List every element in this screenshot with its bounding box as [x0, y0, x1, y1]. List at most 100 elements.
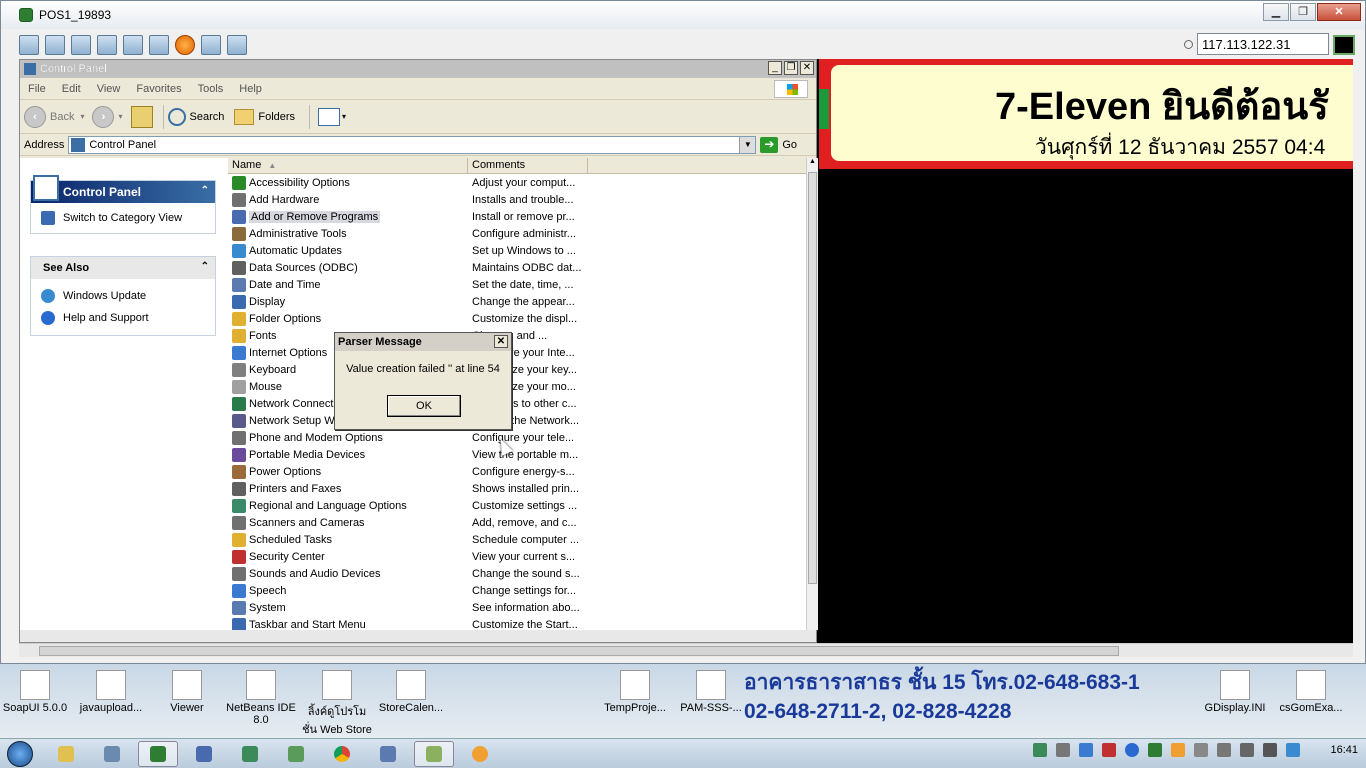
cut-icon[interactable] [71, 35, 91, 55]
connection-info-icon[interactable] [19, 35, 39, 55]
desktop-icon-gdisplay[interactable]: GDisplay.INI [1200, 670, 1270, 714]
up-folder-icon[interactable] [130, 105, 153, 128]
tray-icon[interactable] [1125, 743, 1140, 757]
list-item[interactable]: Printers and Faxes Shows installed prin..… [228, 480, 806, 497]
taskbar-chrome[interactable] [322, 741, 362, 767]
taskbar-vnc-viewer[interactable] [138, 740, 178, 767]
list-item[interactable]: Internet Options Configure your Inte... [228, 344, 806, 361]
remote-desktop[interactable]: Control Panel _ ❐ ✕ File Edit View Favor… [19, 59, 1353, 643]
list-item[interactable]: Phone and Modem Options Configure your te… [228, 429, 806, 446]
list-item[interactable]: Add or Remove Programs Install or remove … [228, 208, 806, 225]
desktop-icon-tempproject[interactable]: TempProje... [600, 670, 670, 714]
see-also-header[interactable]: See Also ⌃ [31, 257, 215, 279]
tray-icon[interactable] [1286, 743, 1301, 757]
menu-favorites[interactable]: Favorites [136, 83, 181, 95]
flag-icon[interactable] [1194, 743, 1209, 757]
list-item[interactable]: System See information abo... [228, 599, 806, 616]
list-item[interactable]: Keyboard Customize your key... [228, 361, 806, 378]
list-item[interactable]: Mouse Customize your mo... [228, 378, 806, 395]
list-item[interactable]: Add Hardware Installs and trouble... [228, 191, 806, 208]
taskbar-app-2[interactable] [92, 741, 132, 767]
desktop-icon-webstore[interactable]: ลิ้งค์ดูโปรโมชั่น Web Store ... [302, 670, 372, 738]
search-button[interactable]: Search [167, 107, 224, 126]
desktop-icon-javaupload[interactable]: javaupload... [76, 670, 146, 714]
address-field[interactable]: Control Panel ▼ [68, 135, 757, 154]
tray-icon[interactable] [1171, 743, 1186, 757]
collapse-icon[interactable]: ⌃ [201, 185, 209, 196]
list-item[interactable]: Network Connections Connects to other c..… [228, 395, 806, 412]
list-item[interactable]: Speech Change settings for... [228, 582, 806, 599]
views-icon[interactable] [318, 107, 341, 126]
menu-file[interactable]: File [28, 83, 46, 95]
dialog-ok-button[interactable]: OK [387, 395, 461, 417]
scroll-thumb[interactable] [808, 172, 817, 584]
ctrl-alt-del-icon[interactable] [149, 35, 169, 55]
menu-edit[interactable]: Edit [62, 83, 81, 95]
list-item[interactable]: Automatic Updates Set up Windows to ... [228, 242, 806, 259]
list-horizontal-scrollbar[interactable] [20, 630, 816, 642]
address-dropdown-icon[interactable]: ▼ [739, 136, 756, 153]
ip-address-field[interactable]: 117.113.122.31 [1197, 33, 1329, 55]
list-item[interactable]: Administrative Tools Configure administr.… [228, 225, 806, 242]
disconnect-icon[interactable] [201, 35, 221, 55]
desktop-icon-csgom[interactable]: csGomExa... [1276, 670, 1346, 714]
clock[interactable]: 16:41 [1330, 744, 1358, 756]
list-item[interactable]: Taskbar and Start Menu Customize the Star… [228, 616, 806, 630]
tray-icon[interactable] [1056, 743, 1071, 757]
taskbar-app-10[interactable] [460, 741, 500, 767]
desktop-icon-pam[interactable]: PAM-SSS-... [676, 670, 746, 714]
list-item[interactable]: FontsChange, and ... [228, 327, 806, 344]
tray-icon[interactable] [1148, 743, 1163, 757]
desktop-icon-viewer[interactable]: Viewer [152, 670, 222, 714]
go-button[interactable]: ➔ Go [760, 136, 797, 153]
list-item[interactable]: Accessibility Options Adjust your comput.… [228, 174, 806, 191]
windows-key-icon[interactable] [123, 35, 143, 55]
dialog-close-button[interactable]: ✕ [494, 335, 508, 348]
column-comments[interactable]: Comments [468, 158, 588, 173]
folders-button[interactable]: Folders [234, 108, 295, 125]
viewer-scroll-thumb[interactable] [39, 646, 1119, 656]
minimize-button[interactable]: ▁ [1263, 3, 1289, 21]
cp-minimize-button[interactable]: _ [768, 61, 782, 75]
switch-category-link[interactable]: Switch to Category View [31, 203, 215, 233]
menu-view[interactable]: View [97, 83, 121, 95]
close-button[interactable]: ✕ [1317, 3, 1361, 21]
help-support-link[interactable]: Help and Support [31, 307, 215, 329]
list-item[interactable]: Display Change the appear... [228, 293, 806, 310]
taskbar-explorer[interactable] [46, 741, 86, 767]
menu-help[interactable]: Help [239, 83, 262, 95]
network-tray-icon[interactable] [1240, 743, 1255, 757]
refresh-icon[interactable] [97, 35, 117, 55]
list-item[interactable]: Regional and Language Options Customize s… [228, 497, 806, 514]
taskbar-app-5[interactable] [230, 741, 270, 767]
list-item[interactable]: Data Sources (ODBC) Maintains ODBC dat... [228, 259, 806, 276]
list-item[interactable]: Sounds and Audio Devices Change the sound… [228, 565, 806, 582]
forward-button[interactable]: › ▾ [92, 105, 123, 128]
maximize-button[interactable]: ❐ [1290, 3, 1316, 21]
volume-icon[interactable] [1263, 743, 1278, 757]
viewer-horizontal-scrollbar[interactable] [19, 643, 1353, 657]
taskbar-app-6[interactable] [276, 741, 316, 767]
taskbar-app-4[interactable] [184, 741, 224, 767]
list-item[interactable]: Security Center View your current s... [228, 548, 806, 565]
task-box-header[interactable]: Control Panel ⌃ [31, 175, 215, 203]
desktop-icon-netbeans[interactable]: NetBeans IDE 8.0 [226, 670, 296, 726]
list-item[interactable]: Folder Options Customize the displ... [228, 310, 806, 327]
cp-restore-button[interactable]: ❐ [784, 61, 798, 75]
desktop-icon-storecalendar[interactable]: StoreCalen... [376, 670, 446, 714]
windows-update-link[interactable]: Windows Update [31, 285, 215, 307]
list-item[interactable]: Scanners and Cameras Add, remove, and c..… [228, 514, 806, 531]
column-name[interactable]: Name ▲ [228, 158, 468, 173]
tray-icon[interactable] [1079, 743, 1094, 757]
list-vertical-scrollbar[interactable]: ▲ [806, 158, 818, 630]
cp-close-button[interactable]: ✕ [800, 61, 814, 75]
menu-tools[interactable]: Tools [198, 83, 224, 95]
alert-icon[interactable] [175, 35, 195, 55]
collapse-icon[interactable]: ⌃ [201, 261, 209, 272]
scroll-up-icon[interactable]: ▲ [807, 158, 818, 165]
ip-radio-icon[interactable] [1184, 40, 1193, 49]
back-button[interactable]: ‹ Back ▾ [24, 105, 84, 128]
list-item[interactable]: Scheduled Tasks Schedule computer ... [228, 531, 806, 548]
list-item[interactable]: Date and Time Set the date, time, ... [228, 276, 806, 293]
desktop-icon-soapui[interactable]: SoapUI 5.0.0 [0, 670, 70, 714]
